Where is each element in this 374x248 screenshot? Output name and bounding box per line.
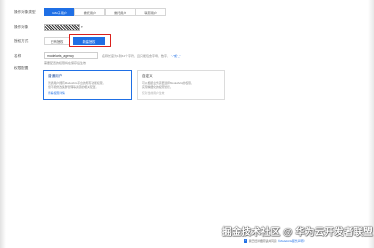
- card-common-user[interactable]: 普通用户 普通用户拥有ModelArts平台的所有功能权限， 但不能修改集群管理…: [43, 70, 132, 100]
- card-desc: 实现精细化的权限管控。: [142, 85, 173, 89]
- name-label: 名称: [14, 54, 22, 58]
- name-hint: 名称长度为1到64个字符，且只能包含字母、数字、 “-”或“_”: [102, 54, 181, 58]
- agreement-text: 我已经详细阅读并同意《ModelArts服务声明》: [249, 239, 306, 243]
- segment-iam-user[interactable]: IAM子用户: [44, 8, 75, 16]
- card-title: 普通用户: [48, 74, 63, 78]
- watermark-text: 掘金技术社区 @ 华为云开发者联盟: [222, 227, 373, 238]
- agreement-checkbox[interactable]: ✓: [244, 239, 248, 243]
- segment-agency-user[interactable]: 委托用户: [74, 8, 106, 16]
- permission-label: 权限配置: [14, 66, 29, 70]
- agreement-label: 我已经详细阅读并同意: [248, 239, 277, 243]
- segment-federated-user[interactable]: 联邦用户: [135, 8, 167, 16]
- segment-agency-user-2[interactable]: 委托用户: [104, 8, 136, 16]
- agreement-row: ✓ 我已经详细阅读并同意《ModelArts服务声明》: [244, 239, 306, 243]
- target-select[interactable]: [44, 24, 80, 31]
- highlight-box: [69, 34, 111, 47]
- card-note: 仅对当前用户生效: [142, 91, 165, 95]
- name-hint-secondary: 需要配置的权限将在保存后生效: [44, 61, 87, 65]
- right-shadow: [368, 0, 374, 248]
- target-label: 操作对象: [14, 25, 29, 29]
- card-title: 自定义: [142, 74, 153, 78]
- target-type-label: 操作对象类型: [14, 10, 36, 14]
- agreement-link[interactable]: 《ModelArts服务声明》: [277, 239, 306, 243]
- chevron-down-icon[interactable]: ▾: [81, 25, 83, 29]
- name-hint-link[interactable]: “-”或“_”: [171, 54, 181, 58]
- view-permission-link[interactable]: 查看权限详情: [48, 91, 127, 95]
- name-hint-text: 名称长度为1到64个字符，且只能包含字母、数字、: [102, 54, 171, 58]
- card-custom[interactable]: 自定义 可以根据业务需要选择ModelArts的权限， 实现精细化的权限管控。 …: [137, 70, 225, 100]
- existing-auth-button[interactable]: 已有授权: [44, 37, 70, 45]
- card-desc: 但不能修改集群管理等资源的相关配置。: [48, 85, 99, 89]
- name-input[interactable]: modelarts_agency: [44, 52, 98, 59]
- auth-mode-label: 授权方式: [14, 39, 29, 43]
- left-shadow: [0, 0, 6, 248]
- target-type-segments: IAM子用户 委托用户 委托用户 联邦用户: [44, 8, 167, 16]
